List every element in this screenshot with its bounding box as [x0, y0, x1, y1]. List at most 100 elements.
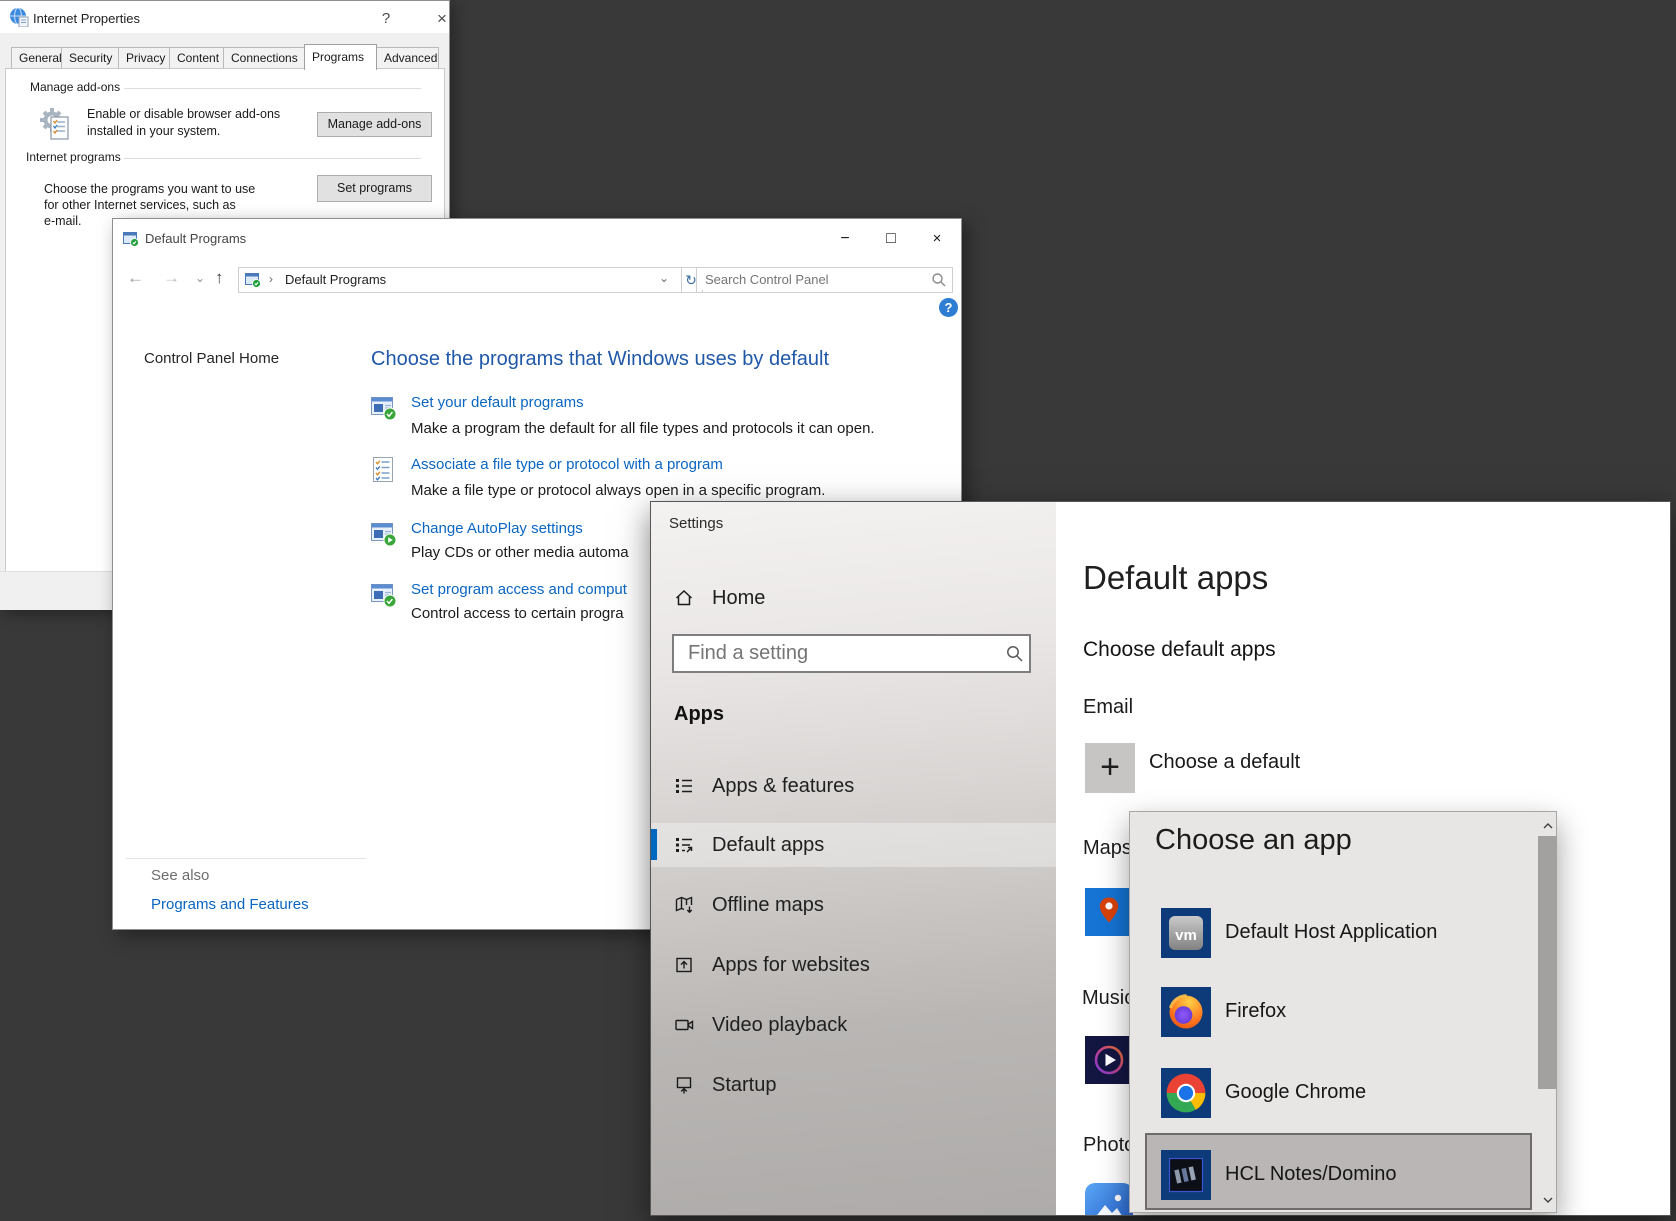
sidebar-item-offline-maps[interactable]: Offline maps [651, 883, 1056, 927]
svg-text:vm: vm [1175, 927, 1197, 944]
internet-programs-desc-line3: e-mail. [44, 213, 82, 230]
forward-icon[interactable]: → [163, 266, 180, 290]
back-icon[interactable]: ← [127, 266, 144, 290]
control-panel-home-link[interactable]: Control Panel Home [144, 350, 279, 367]
tab-content[interactable]: Content [169, 47, 224, 68]
app-option-label: Default Host Application [1225, 921, 1437, 944]
tab-programs[interactable]: Programs [304, 44, 377, 70]
app-option-label: Google Chrome [1225, 1081, 1366, 1104]
address-dropdown-chevron-icon[interactable]: ⌄ [659, 271, 669, 285]
minimize-icon[interactable]: − [828, 228, 862, 250]
control-panel-search[interactable] [696, 267, 953, 293]
sidebar-item-apps-features[interactable]: Apps & features [651, 764, 1056, 808]
scroll-down-icon[interactable] [1542, 1194, 1554, 1206]
offline-maps-icon [674, 895, 694, 915]
photos-app-icon[interactable] [1085, 1183, 1133, 1216]
scrollbar-thumb[interactable] [1538, 836, 1557, 1089]
desktop: Internet Properties ? × General Security… [0, 0, 1676, 1221]
help-icon[interactable]: ? [939, 298, 958, 317]
change-autoplay-icon [371, 521, 397, 547]
set-default-programs-link[interactable]: Set your default programs [411, 394, 584, 411]
close-icon[interactable]: × [920, 228, 954, 250]
change-autoplay-desc: Play CDs or other media automa [411, 544, 629, 561]
sidebar-item-label: Video playback [712, 1014, 847, 1037]
app-option-hcl-notes[interactable]: HCL Notes/Domino [1130, 1150, 1558, 1216]
settings-window-title: Settings [669, 515, 723, 532]
music-category-label: Music [1082, 987, 1134, 1010]
popup-scrollbar[interactable] [1538, 812, 1557, 1212]
close-icon[interactable]: × [429, 9, 455, 29]
startup-icon [674, 1075, 694, 1095]
search-icon [931, 272, 947, 288]
manage-addons-desc-line1: Enable or disable browser add-ons [87, 106, 280, 123]
internet-properties-titlebar[interactable]: Internet Properties ? × [0, 1, 449, 33]
manage-addons-icon [37, 105, 75, 143]
google-chrome-icon [1161, 1068, 1211, 1118]
hcl-notes-domino-icon [1161, 1150, 1211, 1200]
associate-file-type-icon [371, 457, 397, 483]
choose-default-email-button[interactable]: + [1085, 743, 1135, 793]
internet-programs-desc-line1: Choose the programs you want to use [44, 181, 255, 198]
sidebar-item-default-apps[interactable]: Default apps [651, 823, 1056, 867]
set-program-access-desc: Control access to certain progra [411, 605, 624, 622]
set-program-access-link[interactable]: Set program access and comput [411, 581, 627, 598]
sidebar-item-label: Apps & features [712, 775, 854, 798]
default-programs-icon [123, 231, 139, 247]
app-option-firefox[interactable]: Firefox [1130, 987, 1558, 1053]
sidebar-item-label: Home [712, 587, 765, 610]
manage-addons-group-label: Manage add-ons [27, 80, 123, 94]
maximize-icon[interactable]: □ [874, 228, 908, 250]
programs-and-features-link[interactable]: Programs and Features [151, 896, 309, 913]
maps-app-icon[interactable] [1085, 888, 1133, 936]
internet-programs-desc-line2: for other Internet services, such as [44, 197, 236, 214]
set-programs-button[interactable]: Set programs [317, 175, 432, 202]
choose-an-app-popup: Choose an app vm Default Host Applicatio… [1129, 811, 1557, 1213]
sidebar-item-video-playback[interactable]: Video playback [651, 1003, 1056, 1047]
search-input[interactable] [697, 268, 935, 290]
associate-file-type-desc: Make a file type or protocol always open… [411, 482, 825, 499]
app-option-google-chrome[interactable]: Google Chrome [1130, 1068, 1558, 1134]
firefox-icon [1161, 987, 1211, 1037]
manage-addons-button[interactable]: Manage add-ons [317, 112, 432, 137]
app-option-label: HCL Notes/Domino [1225, 1163, 1397, 1186]
breadcrumb-icon [245, 272, 261, 288]
settings-sidebar: Settings Home Apps Apps & features [651, 502, 1056, 1216]
help-button[interactable]: ? [373, 9, 399, 29]
page-subtitle: Choose default apps [1083, 638, 1276, 662]
sidebar-item-home[interactable]: Home [651, 576, 1056, 620]
music-app-icon[interactable] [1085, 1036, 1133, 1084]
sidebar-item-startup[interactable]: Startup [651, 1063, 1056, 1107]
dialog-tab-strip: General Security Privacy Content Connect… [11, 47, 438, 69]
sidebar-section-apps: Apps [674, 703, 724, 726]
selected-accent-bar [651, 829, 657, 860]
breadcrumb[interactable]: Default Programs [285, 272, 386, 287]
recent-pages-chevron-icon[interactable]: ⌄ [195, 266, 205, 290]
app-option-label: Firefox [1225, 1000, 1286, 1023]
tab-advanced[interactable]: Advanced [376, 47, 439, 68]
default-host-application-icon: vm [1161, 908, 1211, 958]
address-bar[interactable]: › Default Programs ⌄ [238, 267, 682, 293]
tab-privacy[interactable]: Privacy [118, 47, 170, 68]
associate-file-type-link[interactable]: Associate a file type or protocol with a… [411, 456, 723, 473]
internet-explorer-icon [9, 7, 29, 27]
navigation-toolbar: ← → ⌄ ↑ › Default Programs ⌄ ↻ [113, 259, 961, 297]
apps-features-icon [674, 776, 694, 796]
default-programs-titlebar[interactable]: Default Programs − □ × [113, 219, 961, 259]
change-autoplay-link[interactable]: Change AutoPlay settings [411, 520, 583, 537]
page-heading: Choose the programs that Windows uses by… [371, 348, 829, 371]
set-program-access-icon [371, 582, 397, 608]
find-setting-search[interactable] [672, 634, 1031, 673]
scroll-up-icon[interactable] [1542, 820, 1554, 832]
tab-security[interactable]: Security [61, 47, 119, 68]
apps-for-websites-icon [674, 955, 694, 975]
plus-icon: + [1100, 748, 1120, 786]
set-default-programs-desc: Make a program the default for all file … [411, 420, 875, 437]
up-icon[interactable]: ↑ [215, 266, 224, 290]
search-icon [1005, 644, 1025, 664]
find-setting-input[interactable] [674, 636, 1008, 671]
sidebar-item-label: Apps for websites [712, 954, 870, 977]
tab-connections[interactable]: Connections [223, 47, 305, 68]
app-option-default-host[interactable]: vm Default Host Application [1130, 908, 1558, 974]
sidebar-item-apps-for-websites[interactable]: Apps for websites [651, 943, 1056, 987]
tab-general[interactable]: General [11, 47, 62, 68]
